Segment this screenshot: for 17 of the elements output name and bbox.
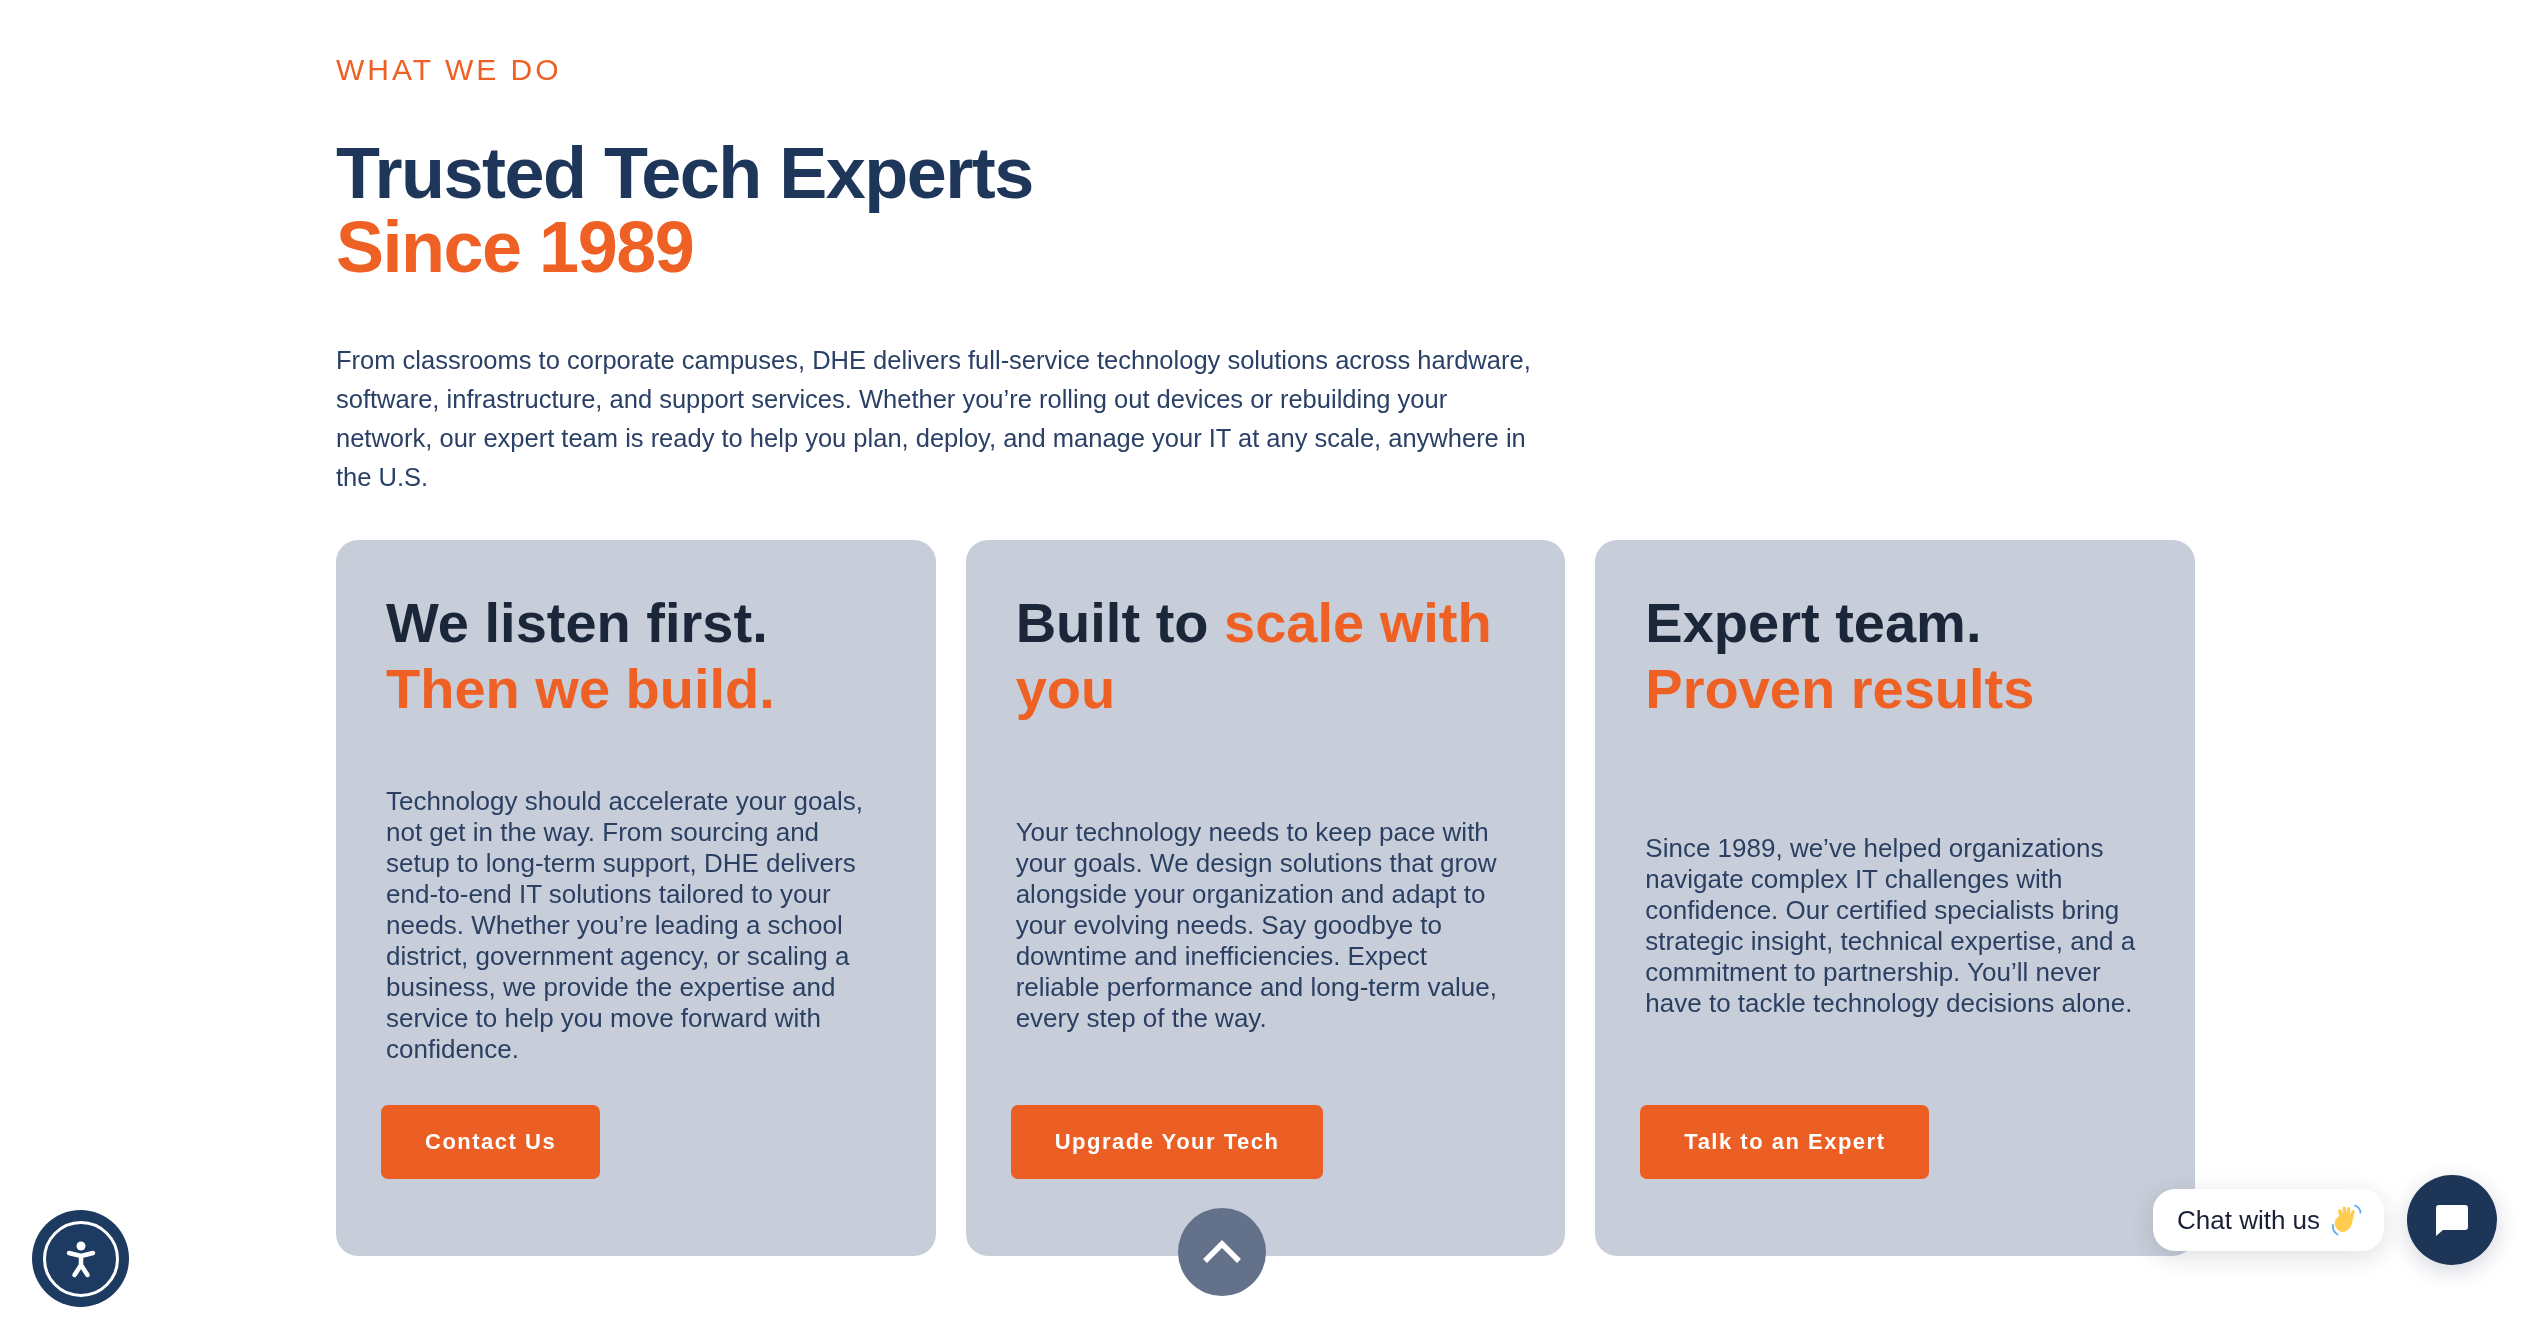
card-heading: We listen first. Then we build. <box>386 590 776 722</box>
section-eyebrow: WHAT WE DO <box>336 52 562 88</box>
card-button[interactable]: Talk to an Expert <box>1640 1105 1930 1179</box>
intro-paragraph: From classrooms to corporate campuses, DHE delivers full-service technology solutions across hardware, software, infrastructure, and support services. Whether you’re rolling out devices or rebuilding your network, our expert team is ready to help you plan, deploy, and manage your IT at any scale, anywhere in the U.S. <box>336 345 1532 493</box>
section-title: Trusted Tech Experts Since 1989 <box>336 136 1033 284</box>
card-text: Since 1989, we’ve helped organizations navigate complex IT challenges with confidence. Our certified specialists bring strategic insight, technical expertise, and a commitment to partnership. You’ll never have to tackle technology decisions alone. <box>1645 832 2137 1019</box>
card-button[interactable]: Upgrade Your Tech <box>1010 1105 1324 1179</box>
speech-bubble-icon <box>2436 1204 2468 1236</box>
chat-prompt-button[interactable]: Chat with us <box>2153 1189 2385 1251</box>
chevron-up-icon <box>1202 1240 1242 1264</box>
card-text: Your technology needs to keep pace with your goals. We design solutions that grow alongside your organization and adapt to your evolving needs. Say goodbye to downtime and inefficiencies. Expect reliable performance and long-term value, every step of the way. <box>1015 817 1498 1034</box>
card-heading: Built to scale with you <box>1015 590 1493 722</box>
waving-hand-icon <box>2330 1204 2363 1236</box>
card-button[interactable]: Contact Us <box>381 1105 601 1179</box>
card-heading: Expert team. Proven results <box>1645 590 2036 722</box>
accessibility-icon <box>42 1220 119 1297</box>
card-text: Technology should accelerate your goals, not get in the way. From sourcing and setup to long-term support, DHE delivers end-to-end IT solutions tailored to your needs. Whether you’re leading a school district, government agency, or scaling a business, we provide the expertise and service to help you move forward with confidence. <box>386 786 864 1065</box>
